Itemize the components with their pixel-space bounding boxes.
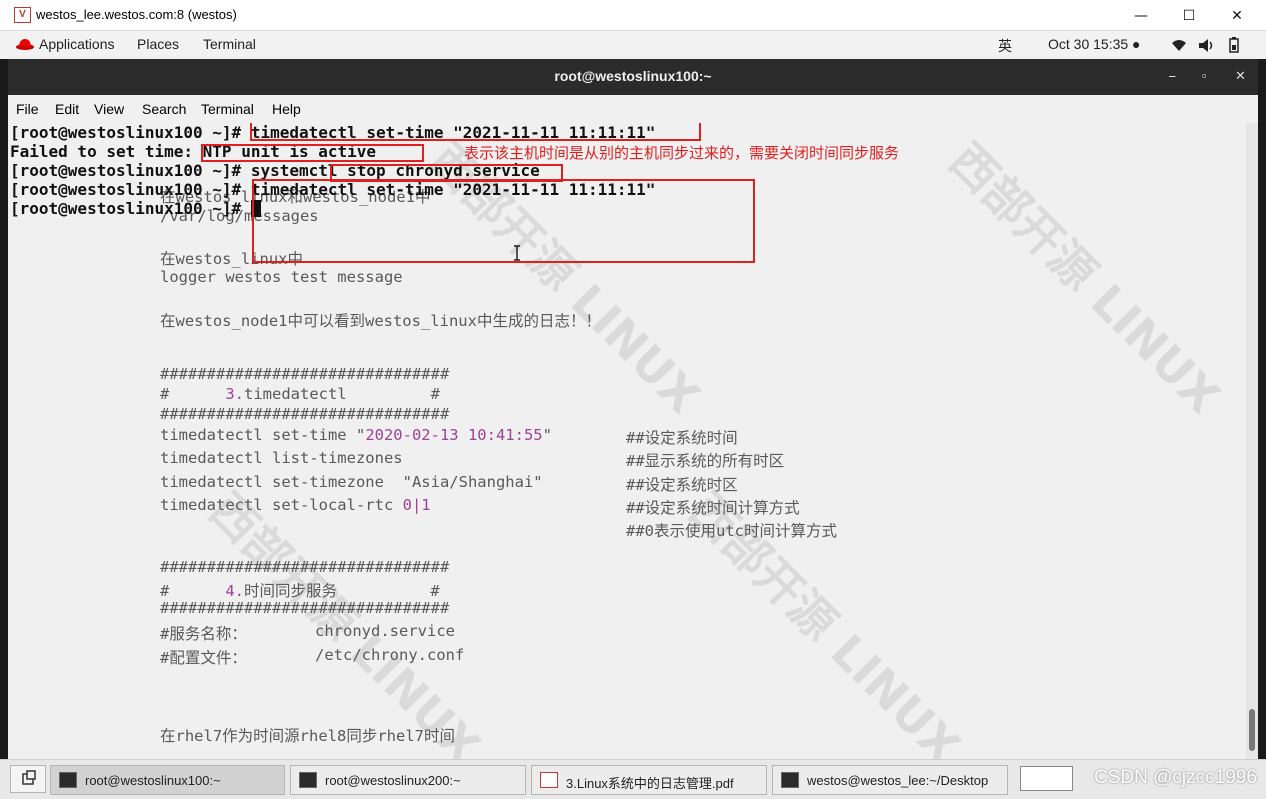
- terminal-icon: [299, 772, 317, 788]
- annotation-box-2: [201, 144, 424, 162]
- pdf-icon: [540, 772, 558, 788]
- redhat-icon: [16, 39, 34, 50]
- terminal-scrollbar[interactable]: [1246, 123, 1258, 759]
- task-item-terminal-100[interactable]: root@westoslinux100:~: [50, 765, 285, 795]
- vm-window-title: westos_lee.westos.com:8 (westos): [36, 7, 237, 22]
- menu-view[interactable]: View: [94, 101, 124, 117]
- menu-search[interactable]: Search: [142, 101, 186, 117]
- doc-line: #配置文件：: [160, 649, 247, 667]
- input-method-indicator[interactable]: 英: [998, 36, 1012, 56]
- volume-icon[interactable]: [1198, 39, 1216, 52]
- terminal-close-icon[interactable]: ✕: [1235, 68, 1246, 84]
- terminal-prompt-line: [root@westoslinux100 ~]#: [10, 199, 261, 218]
- terminal-menubar: File Edit View Search Terminal Help: [8, 95, 1258, 123]
- window-switch-icon: [22, 770, 36, 785]
- terminal-title: root@westoslinux100:~: [554, 68, 712, 84]
- doc-comment: ##设定系统时间: [626, 429, 738, 447]
- task-item-pdf[interactable]: 3.Linux系统中的日志管理.pdf: [531, 765, 767, 795]
- terminal-icon: [59, 772, 77, 788]
- doc-comment: ##0表示使用utc时间计算方式: [626, 522, 837, 540]
- annotation-box-4: [252, 179, 755, 263]
- terminal-window: root@westoslinux100:~ ⎯ ▫ ✕ File Edit Vi…: [8, 59, 1258, 759]
- show-desktop-button[interactable]: [10, 765, 46, 793]
- workspace-switcher[interactable]: [1020, 766, 1073, 791]
- clock[interactable]: Oct 30 15:35 ●: [1048, 36, 1141, 52]
- doc-line: timedatectl set-time "2020-02-13 10:41:5…: [160, 426, 552, 444]
- doc-line: timedatectl set-local-rtc 0|1: [160, 496, 431, 514]
- menu-help[interactable]: Help: [272, 101, 301, 117]
- doc-line: /etc/chrony.conf: [315, 646, 465, 664]
- watermark-3: 西部开源 LINUX: [199, 482, 491, 759]
- doc-line: timedatectl set-timezone "Asia/Shanghai": [160, 473, 543, 491]
- doc-comment: ##设定系统时区: [626, 476, 738, 494]
- terminal-app-menu[interactable]: Terminal: [203, 36, 256, 52]
- doc-line: ###############################: [160, 558, 450, 576]
- terminal-icon: [781, 772, 799, 788]
- battery-icon[interactable]: [1229, 37, 1239, 53]
- task-item-terminal-200[interactable]: root@westoslinux200:~: [290, 765, 526, 795]
- vm-window-titlebar: V westos_lee.westos.com:8 (westos) — ☐ ✕: [0, 0, 1266, 31]
- places-menu[interactable]: Places: [137, 36, 179, 52]
- terminal-content[interactable]: 西部开源 LINUX 西部开源 LINUX 西部开源 LINUX 西部开源 LI…: [8, 123, 1246, 759]
- doc-line: 在westos_node1中可以看到westos_linux中生成的日志！！: [160, 312, 601, 330]
- annotation-box-1: [250, 123, 701, 141]
- wifi-icon[interactable]: [1171, 39, 1187, 52]
- maximize-icon[interactable]: ☐: [1166, 0, 1212, 31]
- terminal-titlebar: root@westoslinux100:~ ⎯ ▫ ✕: [8, 59, 1258, 95]
- menu-edit[interactable]: Edit: [55, 101, 79, 117]
- applications-menu[interactable]: Applications: [39, 36, 115, 52]
- menu-file[interactable]: File: [16, 101, 39, 117]
- doc-line: logger westos test message: [160, 268, 403, 286]
- close-icon[interactable]: ✕: [1214, 0, 1260, 31]
- doc-section-heading: # 4.时间同步服务 #: [160, 582, 440, 600]
- gnome-top-bar: Applications Places Terminal 英 Oct 30 15…: [0, 31, 1266, 59]
- doc-line: chronyd.service: [315, 622, 455, 640]
- doc-line: #服务名称：: [160, 625, 247, 643]
- doc-comment: ##显示系统的所有时区: [626, 452, 785, 470]
- terminal-minimize-icon[interactable]: ⎯: [1169, 68, 1176, 84]
- csdn-watermark: CSDN @cjzcc1996: [1094, 767, 1257, 788]
- text-ibeam-cursor-icon: [514, 245, 520, 261]
- scrollbar-thumb[interactable]: [1249, 709, 1255, 751]
- vm-app-icon: V: [14, 7, 31, 23]
- doc-line: ###############################: [160, 365, 450, 383]
- doc-line: ###############################: [160, 599, 450, 617]
- minimize-icon[interactable]: —: [1118, 0, 1164, 31]
- doc-comment: ##设定系统时间计算方式: [626, 499, 800, 517]
- terminal-maximize-icon[interactable]: ▫: [1202, 68, 1207, 83]
- doc-line: ###############################: [160, 405, 450, 423]
- task-item-desktop-terminal[interactable]: westos@westos_lee:~/Desktop: [772, 765, 1008, 795]
- watermark-1: 西部开源 LINUX: [939, 132, 1231, 424]
- menu-terminal[interactable]: Terminal: [201, 101, 254, 117]
- doc-line: 在rhel7作为时间源rhel8同步rhel7时间: [160, 727, 455, 745]
- doc-line: timedatectl list-timezones: [160, 449, 403, 467]
- annotation-note: 表示该主机时间是从别的主机同步过来的，需要关闭时间同步服务: [464, 144, 900, 162]
- taskbar: root@westoslinux100:~ root@westoslinux20…: [0, 759, 1266, 799]
- doc-section-heading: # 3.timedatectl #: [160, 385, 440, 403]
